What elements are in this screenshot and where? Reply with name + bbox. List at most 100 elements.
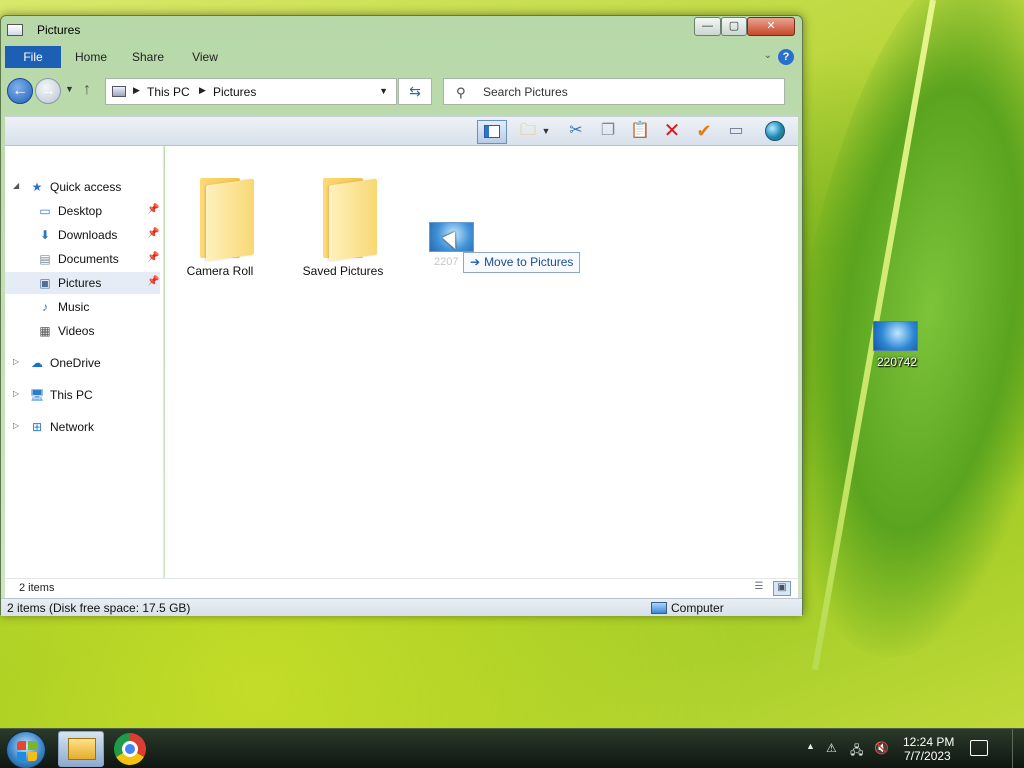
forward-button[interactable]: → bbox=[35, 78, 61, 104]
maximize-button[interactable]: ▢ bbox=[721, 17, 747, 36]
music-icon: ♪ bbox=[42, 300, 48, 314]
tab-file[interactable]: File bbox=[5, 46, 61, 68]
new-folder-dropdown-icon[interactable]: ▼ bbox=[539, 120, 553, 144]
disk-space-text: 2 items (Disk free space: 17.5 GB) bbox=[7, 601, 191, 615]
download-icon: ⬇ bbox=[39, 228, 51, 242]
rename-button[interactable]: ▭ bbox=[721, 120, 751, 144]
expand-icon[interactable]: ▷ bbox=[13, 421, 19, 430]
dragged-image-label: 2207 bbox=[434, 256, 459, 268]
volume-muted-icon[interactable]: 🔇 bbox=[874, 741, 889, 755]
start-button[interactable] bbox=[6, 731, 46, 768]
address-bar[interactable]: ▶ This PC ▶ Pictures ▼ bbox=[105, 78, 397, 105]
large-icons-view-icon[interactable]: ▣ bbox=[773, 581, 791, 596]
explorer-window[interactable]: Pictures — ▢ ✕ File Home Share View ⌄ ? … bbox=[0, 15, 803, 616]
sidebar-item-label: Pictures bbox=[58, 276, 102, 290]
details-view-icon[interactable]: ☰ bbox=[751, 581, 767, 596]
refresh-button[interactable]: ⇆ bbox=[398, 78, 432, 105]
taskbar-file-explorer[interactable] bbox=[58, 731, 104, 767]
desktop-icon: ▭ bbox=[39, 204, 51, 218]
window-icon[interactable] bbox=[7, 24, 23, 36]
back-button[interactable]: ← bbox=[7, 78, 33, 104]
copy-button[interactable]: ❐ bbox=[593, 120, 623, 144]
search-placeholder: Search Pictures bbox=[483, 85, 568, 99]
notifications-icon[interactable] bbox=[970, 740, 988, 756]
folder-label: Saved Pictures bbox=[302, 264, 384, 278]
pin-icon[interactable]: 📌 bbox=[147, 204, 159, 215]
sidebar-item-network[interactable]: ▷ ⊞ Network bbox=[5, 416, 160, 438]
sidebar-item-label: Videos bbox=[58, 324, 95, 338]
tab-home[interactable]: Home bbox=[71, 46, 111, 68]
action-center-icon[interactable]: ⚠ bbox=[826, 741, 837, 755]
sidebar-item-onedrive[interactable]: ▷ ☁ OneDrive bbox=[5, 352, 160, 374]
documents-icon: ▤ bbox=[39, 252, 51, 266]
sidebar-item-label: OneDrive bbox=[50, 356, 101, 370]
up-arrow-icon[interactable]: ↑ bbox=[83, 81, 91, 99]
preview-pane-button[interactable] bbox=[477, 120, 507, 144]
help-button[interactable]: ? bbox=[778, 49, 794, 65]
folder-icon bbox=[68, 738, 96, 760]
location-label: Computer bbox=[671, 601, 724, 615]
pictures-icon: ▣ bbox=[39, 276, 51, 290]
show-desktop-button[interactable] bbox=[1012, 729, 1024, 768]
videos-icon: ▦ bbox=[39, 324, 51, 338]
desktop-file-icon[interactable]: 220742 bbox=[866, 320, 928, 376]
collapse-icon[interactable]: ◢ bbox=[13, 181, 19, 190]
breadcrumb-separator-icon[interactable]: ▶ bbox=[133, 85, 140, 96]
sidebar-item-music[interactable]: ♪ Music bbox=[5, 296, 160, 318]
minimize-button[interactable]: — bbox=[694, 17, 721, 36]
folder-saved-pictures[interactable]: Saved Pictures bbox=[288, 160, 398, 278]
file-list[interactable]: Camera Roll Saved Pictures 2207 ➔ Move to… bbox=[165, 146, 798, 578]
sidebar-item-label: Network bbox=[50, 420, 95, 434]
sidebar-item-videos[interactable]: ▦ Videos bbox=[5, 320, 160, 342]
windows-logo-icon bbox=[17, 741, 37, 761]
network-tray-icon[interactable]: 🖧 bbox=[850, 741, 863, 762]
move-arrow-icon: ➔ bbox=[470, 255, 481, 269]
recent-locations-chevron-icon[interactable]: ▼ bbox=[65, 84, 74, 94]
window-title: Pictures bbox=[37, 23, 81, 37]
clock-date[interactable]: 7/7/2023 bbox=[904, 749, 951, 763]
sidebar-item-pictures[interactable]: ▣ Pictures 📌 bbox=[5, 272, 160, 294]
expand-ribbon-icon[interactable]: ⌄ bbox=[764, 50, 772, 61]
pc-location-icon bbox=[112, 86, 126, 97]
properties-check-button[interactable]: ✔ bbox=[689, 120, 719, 144]
cut-button[interactable]: ✂ bbox=[561, 120, 591, 144]
navigation-row: ← → ▼ ↑ ▶ This PC ▶ Pictures ▼ ⇆ ⚲ Searc… bbox=[5, 76, 798, 108]
pin-icon[interactable]: 📌 bbox=[147, 228, 159, 239]
tab-share[interactable]: Share bbox=[128, 46, 168, 68]
expand-icon[interactable]: ▷ bbox=[13, 357, 19, 366]
sidebar-item-quick-access[interactable]: ◢ ★ Quick access bbox=[5, 176, 160, 198]
breadcrumb-separator-icon[interactable]: ▶ bbox=[199, 85, 206, 96]
search-input[interactable]: ⚲ Search Pictures bbox=[443, 78, 785, 105]
sidebar-item-desktop[interactable]: ▭ Desktop 📌 bbox=[5, 200, 160, 222]
ribbon-tabs: File Home Share View ⌄ ? bbox=[5, 46, 798, 68]
address-dropdown-icon[interactable]: ▼ bbox=[379, 86, 388, 96]
sidebar-item-this-pc[interactable]: ▷ 🖥 This PC bbox=[5, 384, 160, 406]
taskbar-chrome[interactable] bbox=[112, 733, 146, 767]
clock-time[interactable]: 12:24 PM bbox=[903, 735, 954, 749]
drag-tooltip-text: Move to Pictures bbox=[484, 255, 574, 269]
sidebar-item-label: Downloads bbox=[58, 228, 118, 242]
navigation-pane: ◢ ★ Quick access ▭ Desktop 📌 ⬇ Downloads… bbox=[5, 146, 164, 578]
show-hidden-icons-button[interactable]: ▲ bbox=[806, 741, 815, 751]
folder-icon bbox=[200, 178, 254, 262]
sidebar-item-documents[interactable]: ▤ Documents 📌 bbox=[5, 248, 160, 270]
expand-icon[interactable]: ▷ bbox=[13, 389, 19, 398]
details-bar: 2 items (Disk free space: 17.5 GB) Compu… bbox=[1, 598, 802, 616]
sidebar-item-downloads[interactable]: ⬇ Downloads 📌 bbox=[5, 224, 160, 246]
folder-camera-roll[interactable]: Camera Roll bbox=[165, 160, 275, 278]
pin-icon[interactable]: 📌 bbox=[147, 252, 159, 263]
globe-button[interactable] bbox=[761, 120, 789, 144]
sidebar-item-label: Music bbox=[58, 300, 90, 314]
pane-icon bbox=[484, 125, 500, 139]
breadcrumb-pictures[interactable]: Pictures bbox=[213, 85, 256, 99]
paste-button[interactable]: 📋 bbox=[625, 120, 655, 144]
delete-button[interactable]: ✕ bbox=[657, 120, 687, 144]
cloud-icon: ☁ bbox=[31, 356, 43, 370]
breadcrumb-this-pc[interactable]: This PC bbox=[147, 85, 190, 99]
computer-icon bbox=[651, 602, 667, 614]
close-button[interactable]: ✕ bbox=[747, 17, 795, 36]
tab-view[interactable]: View bbox=[185, 46, 225, 68]
network-icon: ⊞ bbox=[31, 420, 43, 434]
title-bar[interactable]: Pictures — ▢ ✕ bbox=[1, 16, 802, 44]
sidebar-item-label: Documents bbox=[58, 252, 119, 266]
